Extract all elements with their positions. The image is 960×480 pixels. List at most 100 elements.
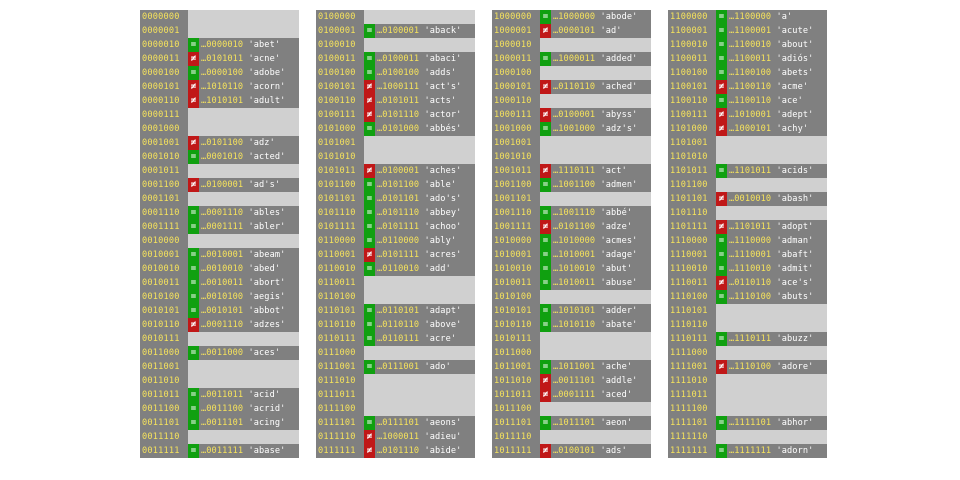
equal-marker-icon: = [364, 360, 375, 374]
slot-address: 0001101 [140, 192, 188, 206]
hash-suffix: …1001000 [553, 124, 596, 134]
slot-address: 1101001 [668, 136, 716, 150]
entry-text: …1001110 'abbé' [553, 206, 649, 220]
equal-marker-icon: = [364, 332, 375, 346]
entry-text: …0101110 'actor' [377, 108, 473, 122]
not-equal-marker-icon: ≠ [716, 80, 727, 94]
entry-text: …0100101 'ads' [553, 444, 649, 458]
entry-text: …0000101 'ad' [553, 24, 649, 38]
hash-suffix: …0101110 [377, 446, 420, 456]
table-row: 1101101 ≠ …0010010 'abash' [668, 192, 827, 206]
slot-address: 0111110 [316, 430, 364, 444]
table-row: 0101111 = …0101111 'achoo' [316, 220, 475, 234]
equal-marker-icon: = [188, 402, 199, 416]
hash-suffix: …0010001 [201, 250, 244, 260]
entry-word: 'acute' [776, 26, 814, 36]
entry-word: 'ace' [776, 96, 803, 106]
entry-text: …0100011 'abaci' [377, 52, 473, 66]
entry-text: …1110111 'act' [553, 164, 649, 178]
equal-marker-icon: = [364, 52, 375, 66]
slot-address: 0111111 [316, 444, 364, 458]
slot-entry: = …1001000 'adz's' [540, 122, 651, 136]
empty-slot [188, 164, 299, 178]
entry-text: …1110111 'abuzz' [729, 332, 825, 346]
entry-text: …1010101 'adult' [201, 94, 297, 108]
slot-address: 0000001 [140, 24, 188, 38]
table-row: 1000011 = …1000011 'added' [492, 52, 651, 66]
slot-entry: ≠ …0101100 'adz' [188, 136, 299, 150]
entry-text: …1000011 'adieu' [377, 430, 473, 444]
equal-marker-icon: = [364, 318, 375, 332]
not-equal-marker-icon: ≠ [716, 122, 727, 136]
entry-word: 'adept' [776, 110, 814, 120]
slot-entry: = …1110010 'admit' [716, 262, 827, 276]
slot-address: 1010000 [492, 234, 540, 248]
table-row: 1001011 ≠ …1110111 'act' [492, 164, 651, 178]
slot-entry: = …1011101 'aeon' [540, 416, 651, 430]
slot-entry: ≠ …1101011 'adopt' [716, 220, 827, 234]
empty-slot [540, 346, 651, 360]
slot-address: 0110011 [316, 276, 364, 290]
slot-address: 0111101 [316, 416, 364, 430]
slot-address: 1100110 [668, 94, 716, 108]
empty-slot [364, 10, 475, 24]
slot-address: 1111101 [668, 416, 716, 430]
not-equal-marker-icon: ≠ [540, 164, 551, 178]
empty-slot [716, 346, 827, 360]
hash-suffix: …1001110 [553, 208, 596, 218]
table-row: 1010111 [492, 332, 651, 346]
table-row: 0011011 = …0011011 'acid' [140, 388, 299, 402]
slot-address: 0100101 [316, 80, 364, 94]
entry-word: 'adman' [776, 236, 814, 246]
hash-suffix: …1111101 [729, 418, 772, 428]
entry-word: 'adage' [600, 250, 638, 260]
hash-suffix: …1110100 [729, 362, 772, 372]
table-row: 0001010 = …0001010 'acted' [140, 150, 299, 164]
entry-text: …1100011 'adiós' [729, 52, 825, 66]
equal-marker-icon: = [716, 416, 727, 430]
slot-address: 1110010 [668, 262, 716, 276]
entry-word: 'abhor' [776, 418, 814, 428]
equal-marker-icon: = [716, 52, 727, 66]
table-row: 1001010 [492, 150, 651, 164]
table-row: 1101001 [668, 136, 827, 150]
not-equal-marker-icon: ≠ [540, 80, 551, 94]
slot-entry: = …0000010 'abet' [188, 38, 299, 52]
equal-marker-icon: = [188, 290, 199, 304]
entry-text: …0010010 'abed' [201, 262, 297, 276]
table-row: 0001100 ≠ …0100001 'ad's' [140, 178, 299, 192]
entry-word: 'admit' [776, 264, 814, 274]
hash-suffix: …0010011 [201, 278, 244, 288]
table-row: 0000110 ≠ …1010101 'adult' [140, 94, 299, 108]
table-row: 0111010 [316, 374, 475, 388]
empty-slot [716, 304, 827, 318]
entry-text: …0011000 'aces' [201, 346, 297, 360]
hash-suffix: …0011000 [201, 348, 244, 358]
equal-marker-icon: = [540, 52, 551, 66]
slot-entry: = …0110110 'above' [364, 318, 475, 332]
slot-address: 1010010 [492, 262, 540, 276]
table-row: 1111100 [668, 402, 827, 416]
hash-suffix: …0101111 [377, 250, 420, 260]
equal-marker-icon: = [188, 416, 199, 430]
hash-suffix: …0111101 [377, 418, 420, 428]
entry-text: …1010110 'abate' [553, 318, 649, 332]
slot-address: 0010101 [140, 304, 188, 318]
empty-slot [364, 136, 475, 150]
equal-marker-icon: = [364, 24, 375, 38]
hash-suffix: …0110000 [377, 236, 420, 246]
empty-slot [716, 402, 827, 416]
slot-address: 1011010 [492, 374, 540, 388]
empty-slot [188, 192, 299, 206]
table-row: 1111101 = …1111101 'abhor' [668, 416, 827, 430]
hash-suffix: …0011100 [201, 404, 244, 414]
not-equal-marker-icon: ≠ [540, 374, 551, 388]
not-equal-marker-icon: ≠ [188, 80, 199, 94]
hash-suffix: …0101110 [377, 110, 420, 120]
slot-entry: ≠ …0100001 'aches' [364, 164, 475, 178]
table-row: 0001001 ≠ …0101100 'adz' [140, 136, 299, 150]
entry-word: 'abuts' [776, 292, 814, 302]
entry-word: 'aches' [424, 166, 462, 176]
entry-text: …0001110 'adzes' [201, 318, 297, 332]
slot-address: 0001100 [140, 178, 188, 192]
